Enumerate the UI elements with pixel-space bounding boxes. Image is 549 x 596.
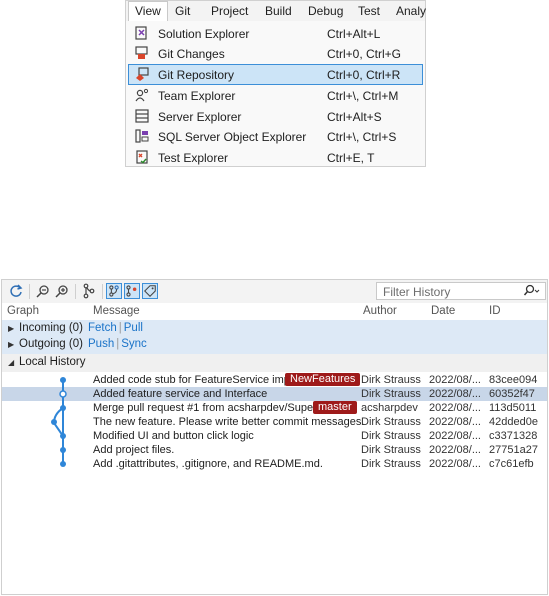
commit-author: Dirk Strauss: [361, 374, 421, 386]
commit-node[interactable]: [60, 447, 66, 453]
commit-author: acsharpdev: [361, 402, 418, 414]
pull-link[interactable]: Pull: [124, 322, 143, 334]
menu-item-shortcut: Ctrl+\, Ctrl+S: [327, 130, 397, 144]
menu-item-shortcut: Ctrl+0, Ctrl+G: [327, 47, 402, 61]
menu-item-shortcut: Ctrl+Alt+L: [327, 27, 381, 41]
filter-placeholder: Filter History: [383, 285, 451, 299]
menu-debug[interactable]: Debug: [308, 4, 343, 18]
commit-message: The new feature. Please write better com…: [93, 416, 365, 428]
menu-build[interactable]: Build: [265, 4, 292, 18]
col-id[interactable]: ID: [489, 305, 501, 317]
show-remote-branches-icon[interactable]: [106, 283, 122, 299]
commit-date: 2022/08/...: [429, 444, 481, 456]
col-date[interactable]: Date: [431, 305, 455, 317]
commit-author: Dirk Strauss: [361, 444, 421, 456]
menu-item-solution-explorer[interactable]: Solution Explorer Ctrl+Alt+L: [126, 23, 425, 44]
solution-explorer-icon: [135, 26, 147, 40]
commit-date: 2022/08/...: [429, 388, 481, 400]
menu-item-label: Git Changes: [158, 47, 225, 61]
commit-id: 83cee094: [489, 374, 538, 386]
menu-item-git-repository[interactable]: Git Repository Ctrl+0, Ctrl+R: [128, 64, 423, 85]
view-menu: View Git Project Build Debug Test Analy …: [125, 0, 426, 167]
menu-item-shortcut: Ctrl+Alt+S: [327, 110, 382, 124]
menu-item-label: SQL Server Object Explorer: [158, 130, 307, 144]
sql-server-icon: [135, 129, 149, 143]
sync-link[interactable]: Sync: [121, 338, 147, 350]
commit-node[interactable]: [60, 405, 66, 411]
commit-date: 2022/08/...: [429, 402, 481, 414]
commit-graph: [51, 377, 67, 467]
menu-item-shortcut: Ctrl+E, T: [327, 151, 375, 165]
commit-message: Add .gitattributes, .gitignore, and READ…: [93, 458, 323, 470]
commit-node[interactable]: [60, 461, 66, 467]
commit-node[interactable]: [60, 377, 66, 383]
commit-node[interactable]: [59, 390, 67, 398]
menu-item-team-explorer[interactable]: Team Explorer Ctrl+\, Ctrl+M: [126, 85, 425, 106]
commit-date: 2022/08/...: [429, 430, 481, 442]
test-explorer-icon: [136, 150, 148, 164]
commit-message: Add project files.: [93, 444, 175, 456]
menu-test[interactable]: Test: [358, 4, 380, 18]
commit-id: 113d5011: [489, 402, 537, 414]
incoming-links: Fetch | Pull: [88, 322, 143, 334]
commit-id: 42dded0e: [489, 416, 538, 428]
menu-item-server-explorer[interactable]: Server Explorer Ctrl+Alt+S: [126, 106, 425, 127]
commit-id: c7c61efb: [489, 458, 534, 470]
show-local-branches-icon[interactable]: [124, 283, 140, 299]
search-icon[interactable]: [523, 284, 541, 298]
commit-author: Dirk Strauss: [361, 416, 421, 428]
filter-history-input[interactable]: Filter History: [376, 282, 546, 300]
commit-node[interactable]: [60, 433, 66, 439]
menu-bar: View Git Project Build Debug Test Analy: [126, 1, 426, 21]
menu-item-shortcut: Ctrl+0, Ctrl+R: [327, 68, 401, 82]
menu-project[interactable]: Project: [211, 4, 248, 18]
git-changes-icon: [135, 46, 148, 59]
branch-badge-master[interactable]: master: [313, 401, 357, 414]
tag-icon[interactable]: [142, 283, 158, 299]
commit-message: Modified UI and button click logic: [93, 430, 254, 442]
menu-item-label: Server Explorer: [158, 110, 242, 124]
menu-item-git-changes[interactable]: Git Changes Ctrl+0, Ctrl+G: [126, 43, 425, 64]
commit-message: Merge pull request #1 from acsharpdev/Su…: [93, 402, 326, 414]
menu-item-sql-server-object-explorer[interactable]: SQL Server Object Explorer Ctrl+\, Ctrl+…: [126, 126, 425, 147]
menu-item-shortcut: Ctrl+\, Ctrl+M: [327, 89, 399, 103]
col-author[interactable]: Author: [363, 305, 397, 317]
team-explorer-icon: [135, 88, 149, 102]
menu-item-label: Team Explorer: [158, 89, 236, 103]
commit-node[interactable]: [51, 419, 57, 425]
git-history-panel: Filter History Graph Message Author Date…: [1, 279, 548, 595]
menu-item-test-explorer[interactable]: Test Explorer Ctrl+E, T: [126, 147, 425, 168]
menu-item-label: Git Repository: [158, 68, 235, 82]
menu-item-label: Solution Explorer: [158, 27, 250, 41]
commit-date: 2022/08/...: [429, 458, 481, 470]
menu-item-label: Test Explorer: [158, 151, 229, 165]
menu-analyze[interactable]: Analy: [396, 4, 426, 18]
branch-badge-newfeatures[interactable]: NewFeatures: [285, 373, 361, 386]
toolbar-separator: [102, 284, 103, 299]
menu-view[interactable]: View: [128, 1, 168, 21]
commit-id: c3371328: [489, 430, 538, 442]
commit-id: 60352f47: [489, 388, 535, 400]
commit-author: Dirk Strauss: [361, 430, 421, 442]
fetch-link[interactable]: Fetch: [88, 322, 117, 334]
col-message[interactable]: Message: [93, 305, 140, 317]
commit-author: Dirk Strauss: [361, 388, 421, 400]
commit-author: Dirk Strauss: [361, 458, 421, 470]
git-repository-icon: [136, 67, 149, 81]
server-explorer-icon: [135, 109, 149, 123]
commit-date: 2022/08/...: [429, 416, 481, 428]
outgoing-links: Push | Sync: [88, 338, 147, 350]
commit-date: 2022/08/...: [429, 374, 481, 386]
menu-git[interactable]: Git: [175, 4, 190, 18]
commit-message: Added code stub for FeatureService impl.…: [93, 374, 302, 386]
commit-message: Added feature service and Interface: [93, 388, 268, 400]
commit-id: 27751a27: [489, 444, 538, 456]
